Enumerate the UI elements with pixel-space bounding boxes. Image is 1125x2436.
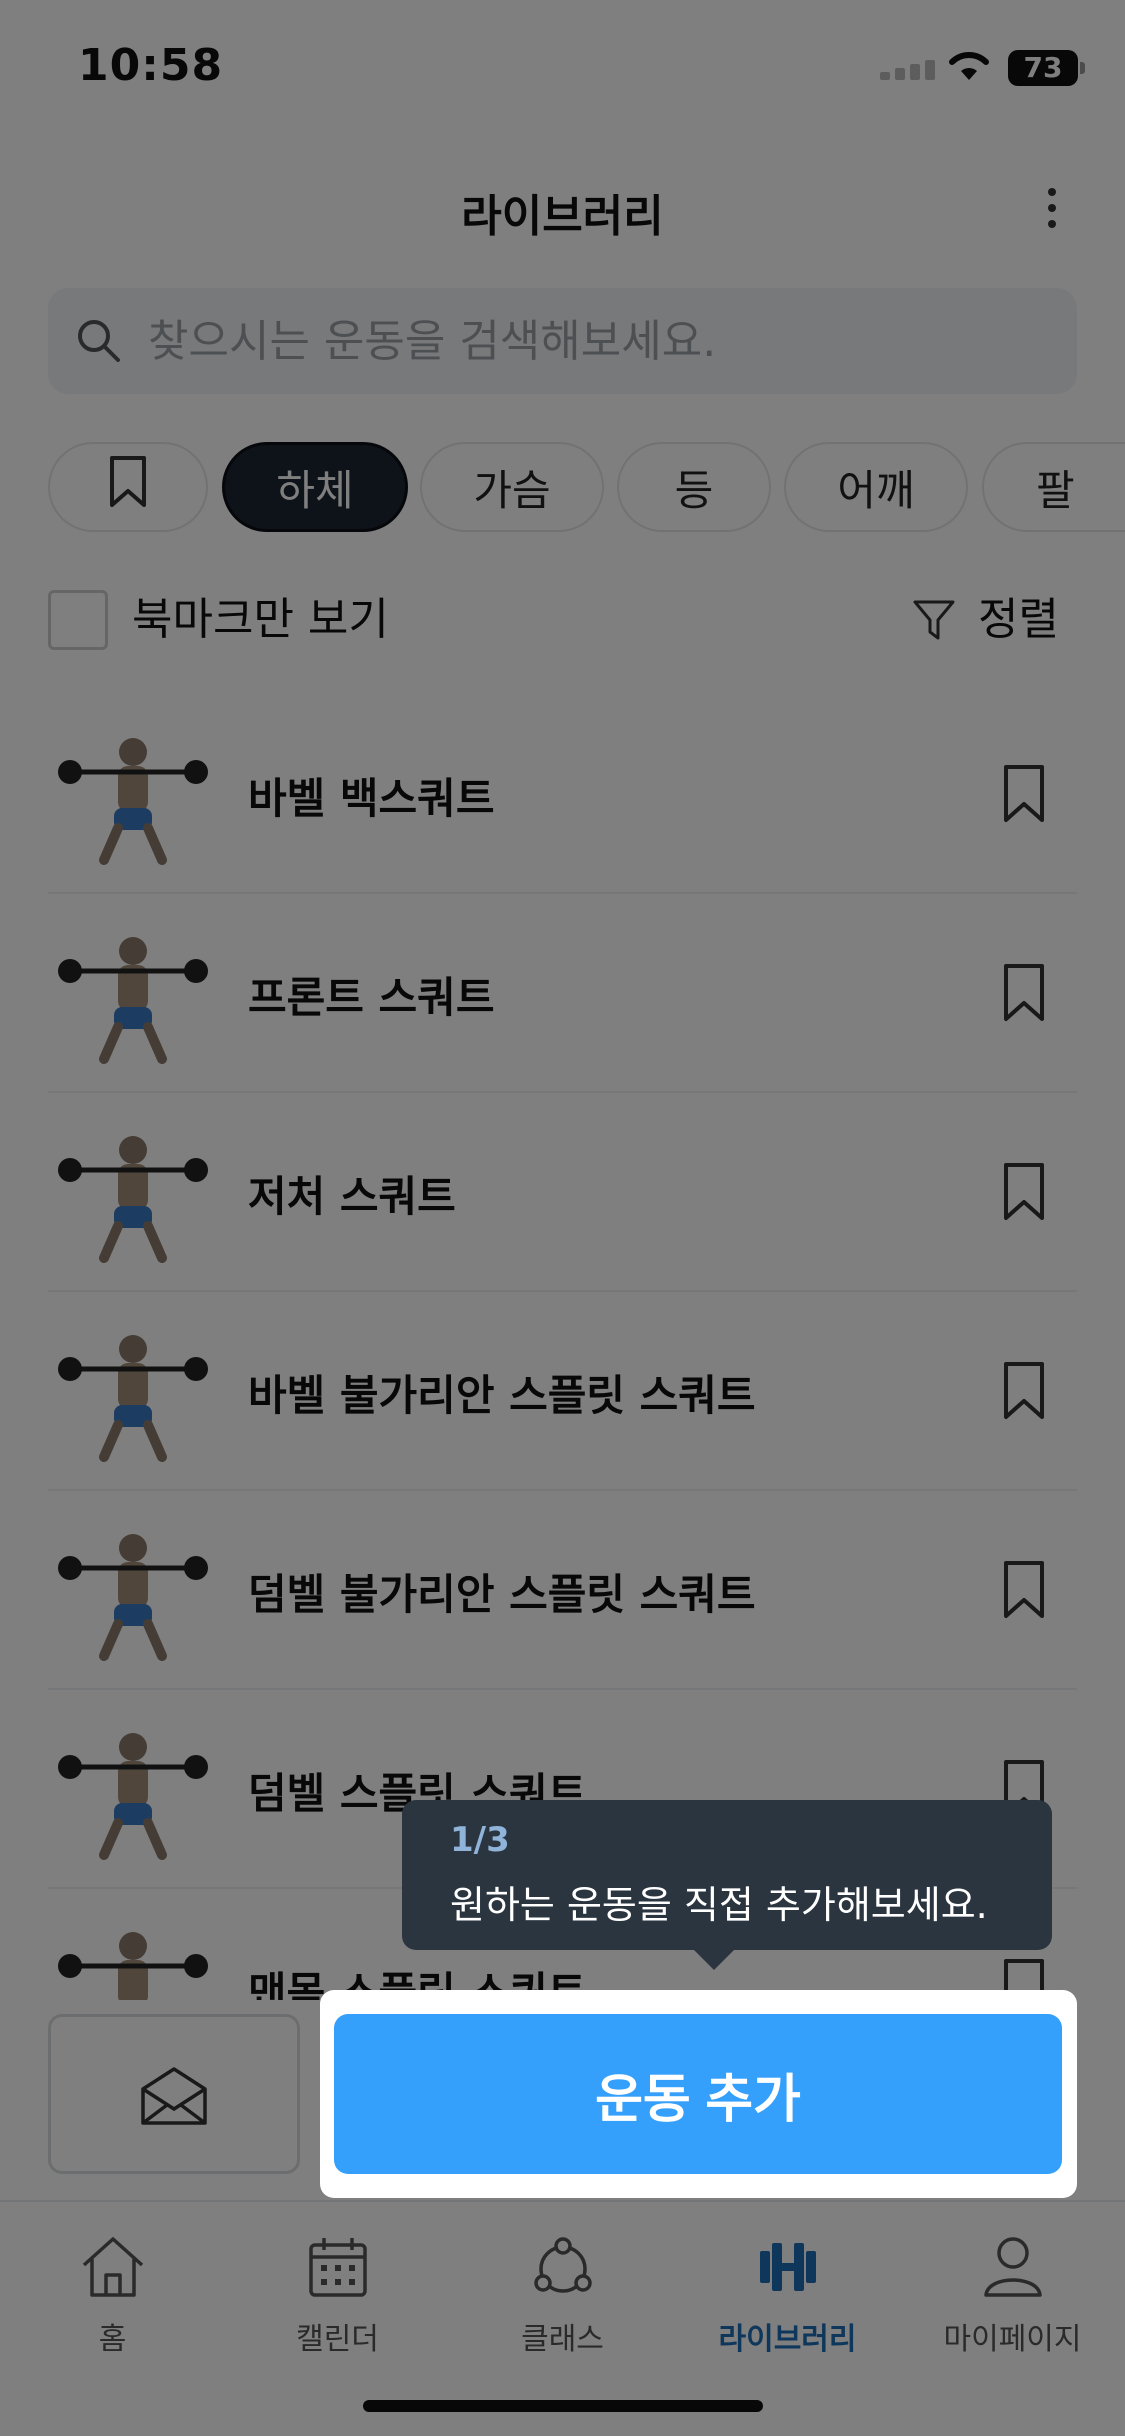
exercise-thumbnail [48,1506,218,1676]
chip-arm[interactable]: 팔 [982,442,1125,532]
envelope-icon [139,2065,209,2131]
cellular-signal-icon [880,60,940,80]
home-icon [0,2232,225,2302]
exercise-row[interactable]: 바벨 백스쿼트 [48,696,1077,894]
add-exercise-button[interactable]: 운동 추가 [334,2014,1062,2174]
tab-bar: 홈 캘린더 클래스 라이브러리 마이페이지 [0,2200,1125,2436]
tooltip-step: 1/3 [450,1820,510,1860]
calendar-icon [225,2232,450,2302]
inbox-button[interactable] [48,2014,300,2174]
exercise-thumbnail [48,1108,218,1278]
bookmark-icon[interactable] [1002,1162,1046,1226]
tab-mypage-label: 마이페이지 [943,2322,1082,2357]
tab-calendar-label: 캘린더 [296,2322,379,2357]
more-options-icon[interactable] [1040,180,1064,240]
exercise-name: 바벨 백스쿼트 [248,773,495,823]
search-input[interactable] [148,288,1048,394]
search-icon [74,316,124,370]
person-icon [900,2232,1125,2302]
home-indicator [363,2400,763,2412]
tab-calendar[interactable]: 캘린더 [225,2232,450,2358]
exercise-name: 덤벨 불가리안 스플릿 스쿼트 [248,1569,756,1619]
exercise-thumbnail [48,1904,218,2000]
bookmark-icon[interactable] [1002,963,1046,1027]
tab-class[interactable]: 클래스 [450,2232,675,2358]
exercise-name: 바벨 불가리안 스플릿 스쿼트 [248,1370,756,1420]
battery-indicator: 73 [1008,50,1085,86]
bookmark-icon [108,455,148,519]
filter-funnel-icon[interactable] [912,598,956,646]
dumbbell-icon [675,2232,900,2302]
bookmark-only-label: 북마크만 보기 [132,594,389,645]
bookmark-icon[interactable] [1002,764,1046,828]
exercise-row[interactable]: 덤벨 불가리안 스플릿 스쿼트 [48,1492,1077,1690]
exercise-row[interactable]: 바벨 불가리안 스플릿 스쿼트 [48,1293,1077,1491]
bookmark-icon[interactable] [1002,1361,1046,1425]
exercise-name: 저처 스쿼트 [248,1171,456,1221]
tab-library[interactable]: 라이브러리 [675,2232,900,2358]
exercise-thumbnail [48,1705,218,1875]
chip-lower-body[interactable]: 하체 [222,442,408,532]
chip-shoulder[interactable]: 어깨 [784,442,968,532]
bookmark-only-checkbox[interactable] [48,590,108,650]
tab-mypage[interactable]: 마이페이지 [900,2232,1125,2358]
class-icon [450,2232,675,2302]
tab-class-label: 클래스 [521,2322,604,2357]
tab-library-label: 라이브러리 [718,2322,857,2357]
chip-bookmark[interactable] [48,442,208,532]
exercise-thumbnail [48,1307,218,1477]
exercise-name: 프론트 스쿼트 [248,972,495,1022]
chip-back[interactable]: 등 [617,442,771,532]
exercise-row[interactable]: 프론트 스쿼트 [48,895,1077,1093]
exercise-row[interactable]: 저처 스쿼트 [48,1094,1077,1292]
tab-home[interactable]: 홈 [0,2232,225,2358]
status-time: 10:58 [78,40,224,91]
exercise-thumbnail [48,710,218,880]
search-bar[interactable] [48,288,1077,394]
tab-home-label: 홈 [98,2322,127,2357]
coachmark-tooltip: 1/3 원하는 운동을 직접 추가해보세요. [402,1800,1052,1970]
tooltip-text: 원하는 운동을 직접 추가해보세요. [450,1883,988,1927]
page-title: 라이브러리 [461,191,664,242]
sort-button[interactable]: 정렬 [978,590,1059,650]
wifi-icon [946,46,992,86]
exercise-thumbnail [48,909,218,1079]
bookmark-icon[interactable] [1002,1560,1046,1624]
chip-chest[interactable]: 가슴 [420,442,604,532]
